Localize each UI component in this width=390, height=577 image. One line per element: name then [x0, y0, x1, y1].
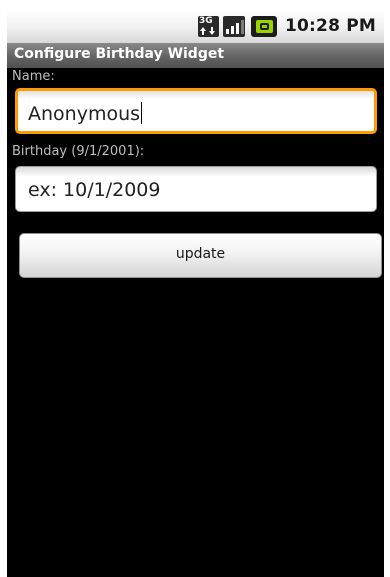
update-button[interactable]: update	[19, 233, 382, 278]
3g-data-icon: 3G	[197, 15, 219, 37]
status-bar: 3G 10:28 PM	[7, 9, 384, 43]
signal-bar-2	[230, 25, 234, 34]
birthday-label: Birthday (9/1/2001):	[12, 144, 145, 159]
page-title: Configure Birthday Widget	[14, 46, 225, 62]
signal-strength-icon	[222, 15, 245, 37]
birthday-input-placeholder[interactable]: ex: 10/1/2009	[28, 179, 160, 201]
data-arrows-icon	[199, 26, 215, 35]
status-icons: 3G 10:28 PM	[197, 9, 376, 43]
update-button-label: update	[175, 246, 226, 262]
name-input-value[interactable]: Anonymous	[28, 102, 143, 125]
battery-charge-mark	[259, 22, 269, 30]
battery-charging-icon	[250, 15, 277, 37]
text-cursor	[141, 102, 143, 124]
name-input[interactable]: Anonymous	[15, 88, 377, 134]
signal-bar-3	[235, 22, 239, 34]
birthday-input[interactable]: ex: 10/1/2009	[15, 166, 377, 212]
network-type-label: 3G	[198, 15, 213, 26]
title-bar: Configure Birthday Widget	[7, 43, 384, 68]
signal-bar-1	[225, 28, 229, 34]
app-screen: 3G 10:28 PM Configure Birthday Widget Na…	[7, 9, 384, 577]
status-clock: 10:28 PM	[284, 16, 376, 36]
signal-bar-4	[240, 19, 244, 34]
name-label: Name:	[12, 69, 55, 84]
